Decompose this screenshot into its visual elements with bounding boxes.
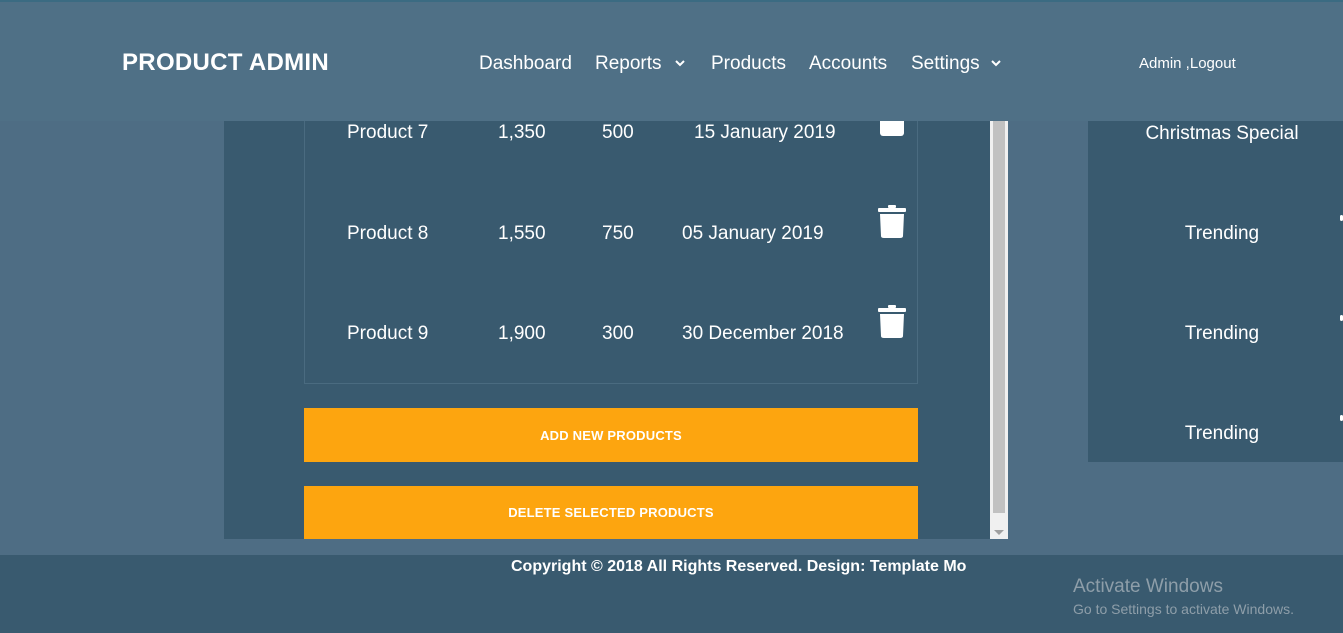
product-expire-date: 15 January 2019: [694, 122, 836, 143]
category-item: Trending: [1184, 423, 1260, 444]
nav-accounts-label: Accounts: [809, 53, 888, 74]
product-name: Product 7: [347, 122, 429, 143]
scroll-down-arrow-icon[interactable]: [994, 530, 1004, 535]
product-expire-date: 30 December 2018: [682, 323, 844, 344]
product-in-stock: 500: [602, 122, 634, 143]
product-in-stock: 300: [602, 323, 634, 344]
chevron-down-icon: [991, 60, 1001, 67]
category-item: Trending: [1184, 323, 1260, 344]
category-item: Trending: [1184, 223, 1260, 244]
trash-icon[interactable]: [878, 205, 906, 239]
nav-accounts[interactable]: Accounts: [809, 53, 887, 75]
product-sold: 1,900: [498, 323, 546, 344]
products-scrollbar[interactable]: [990, 121, 1008, 539]
delete-selected-products-button[interactable]: DELETE SELECTED PRODUCTS: [304, 486, 918, 539]
nav-products[interactable]: Products: [711, 53, 786, 75]
product-expire-date: 05 January 2019: [682, 223, 824, 244]
nav-reports-label: Reports: [595, 53, 662, 74]
product-sold: 1,550: [498, 223, 546, 244]
copyright-text: Copyright © 2018 All Rights Reserved. De…: [511, 558, 967, 575]
product-sold: 1,350: [498, 122, 546, 143]
trash-icon[interactable]: [878, 305, 906, 339]
category-item: Christmas Special: [1145, 123, 1299, 144]
activate-windows-title: Activate Windows: [1073, 576, 1223, 597]
admin-logout-link[interactable]: Admin ,Logout: [1139, 55, 1236, 72]
nav-dashboard-label: Dashboard: [479, 53, 572, 74]
product-name: Product 9: [347, 323, 429, 344]
products-panel: Product 7 1,350 500 15 January 2019 Prod…: [224, 111, 1008, 539]
nav-settings-label: Settings: [911, 53, 980, 74]
table-row[interactable]: Product 8 1,550 750 05 January 2019: [305, 205, 919, 253]
categories-panel: Christmas Special Trending Trending Tren…: [1088, 121, 1343, 462]
nav-settings[interactable]: Settings: [911, 53, 1001, 75]
chevron-down-icon: [675, 60, 685, 67]
activate-windows-subtitle: Go to Settings to activate Windows.: [1073, 601, 1294, 617]
nav-dashboard[interactable]: Dashboard: [479, 53, 572, 75]
product-name: Product 8: [347, 223, 429, 244]
product-in-stock: 750: [602, 223, 634, 244]
nav-products-label: Products: [711, 53, 786, 74]
products-table: Product 7 1,350 500 15 January 2019 Prod…: [304, 111, 918, 384]
nav-reports[interactable]: Reports: [595, 53, 685, 75]
brand-logo-text[interactable]: PRODUCT ADMIN: [122, 49, 329, 77]
table-row[interactable]: Product 9 1,900 300 30 December 2018: [305, 305, 919, 353]
footer: Copyright © 2018 All Rights Reserved. De…: [0, 555, 1343, 633]
add-new-products-button[interactable]: ADD NEW PRODUCTS: [304, 408, 918, 462]
top-navbar: PRODUCT ADMIN Dashboard Reports Products…: [0, 0, 1343, 121]
scrollbar-thumb[interactable]: [993, 121, 1005, 513]
